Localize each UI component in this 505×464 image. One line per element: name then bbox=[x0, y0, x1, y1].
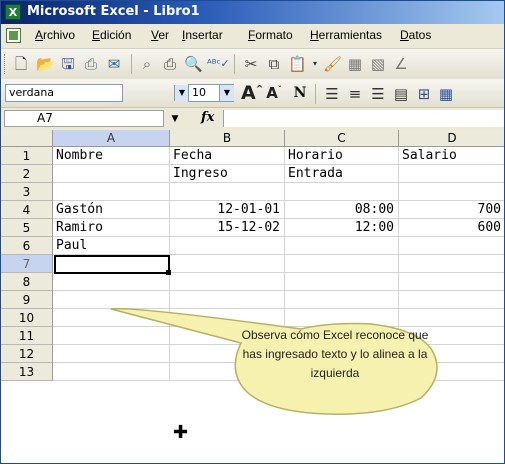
title-bar: X Microsoft Excel - Libro1 bbox=[1, 1, 504, 24]
print-preview-icon[interactable]: 🔍 bbox=[184, 55, 203, 73]
workbook-icon[interactable] bbox=[6, 28, 21, 43]
copy-icon[interactable]: ⧉ bbox=[265, 55, 283, 73]
callout-text: Observa cómo Excel reconoce que has ingr… bbox=[241, 327, 429, 380]
formatting-toolbar: verdana ▼ 10 ▼ A^ Aˇ N ☰ ≡ ☰ ▤ ⊞ ▦ bbox=[1, 79, 504, 108]
align-left-icon[interactable]: ☰ bbox=[323, 85, 341, 103]
borders-icon[interactable]: ▦ bbox=[437, 85, 455, 103]
name-box-dropdown-icon[interactable]: ▼ bbox=[168, 111, 182, 127]
search-icon[interactable]: ⌕ bbox=[138, 55, 156, 73]
menu-formato[interactable]: Formato bbox=[248, 28, 293, 42]
menu-ver[interactable]: Ver bbox=[151, 28, 169, 42]
permission-icon[interactable]: ⎙ bbox=[82, 55, 100, 73]
new-document-icon[interactable]: 🗋 bbox=[12, 55, 30, 73]
bold-icon[interactable]: N bbox=[291, 85, 309, 103]
open-folder-icon[interactable]: 📂 bbox=[36, 55, 55, 73]
toolbar-separator bbox=[315, 84, 316, 104]
grow-font-icon[interactable]: A^ bbox=[241, 82, 263, 104]
research-icon[interactable]: ▦ bbox=[346, 55, 364, 73]
insert-function-icon[interactable]: fx bbox=[201, 110, 214, 125]
save-icon[interactable]: 🖫 bbox=[59, 55, 77, 73]
menu-bar: Archivo Edición Ver Insertar Formato Her… bbox=[1, 24, 504, 49]
font-name-dropdown-icon[interactable]: ▼ bbox=[174, 85, 189, 101]
menu-herramientas[interactable]: Herramientas bbox=[310, 28, 382, 42]
cut-icon[interactable]: ✂ bbox=[242, 55, 260, 73]
toolbar-separator bbox=[234, 54, 235, 74]
formula-input[interactable] bbox=[223, 110, 504, 127]
toolbar-grip[interactable] bbox=[4, 54, 8, 74]
shrink-font-icon[interactable]: Aˇ bbox=[265, 84, 283, 102]
excel-icon[interactable]: X bbox=[5, 4, 21, 20]
paste-dropdown-arrow-icon[interactable]: ▾ bbox=[306, 55, 324, 73]
font-size-value: 10 bbox=[192, 86, 206, 99]
font-name-combo[interactable]: verdana bbox=[5, 84, 123, 102]
menu-insertar[interactable]: Insertar bbox=[182, 28, 223, 42]
translate-icon[interactable]: ▧ bbox=[369, 55, 387, 73]
align-center-icon[interactable]: ≡ bbox=[346, 85, 364, 103]
font-name-value: verdana bbox=[9, 86, 55, 99]
menu-datos[interactable]: Datos bbox=[400, 28, 431, 42]
email-icon[interactable]: ✉ bbox=[105, 55, 123, 73]
spelling-icon[interactable]: ᴬᴮᶜ✓ bbox=[207, 55, 230, 73]
worksheet-grid[interactable]: A B C D 1 2 3 4 5 6 7 8 9 10 11 12 13 No… bbox=[1, 130, 504, 463]
print-icon[interactable]: ⎙ bbox=[161, 55, 179, 73]
justify-icon[interactable]: ▤ bbox=[392, 85, 410, 103]
format-painter-icon[interactable]: 🖌 bbox=[323, 55, 342, 73]
menu-edicion[interactable]: Edición bbox=[92, 28, 131, 42]
name-box[interactable]: A7 bbox=[4, 110, 164, 127]
callout: Observa cómo Excel reconoce que has ingr… bbox=[232, 298, 438, 410]
excel-window: X Microsoft Excel - Libro1 Archivo Edici… bbox=[0, 0, 505, 464]
font-size-dropdown-icon[interactable]: ▼ bbox=[219, 85, 234, 101]
menu-archivo[interactable]: Archivo bbox=[35, 28, 75, 42]
draw-icon[interactable]: ∠ bbox=[392, 55, 410, 73]
window-title: Microsoft Excel - Libro1 bbox=[27, 4, 200, 19]
formula-bar: A7 ▼ fx bbox=[1, 108, 504, 131]
toolbar-separator bbox=[131, 54, 132, 74]
callout-shape bbox=[110, 307, 438, 415]
align-right-icon[interactable]: ☰ bbox=[369, 85, 387, 103]
standard-toolbar: 🗋 📂 🖫 ⎙ ✉ ⌕ ⎙ 🔍 ᴬᴮᶜ✓ ✂ ⧉ 📋 ▾ 🖌 ▦ ▧ ∠ bbox=[1, 49, 504, 80]
cell-cursor-icon: ✚ bbox=[173, 422, 189, 443]
name-box-value: A7 bbox=[37, 111, 53, 125]
paste-icon[interactable]: 📋 bbox=[288, 55, 307, 73]
merge-center-icon[interactable]: ⊞ bbox=[415, 85, 433, 103]
